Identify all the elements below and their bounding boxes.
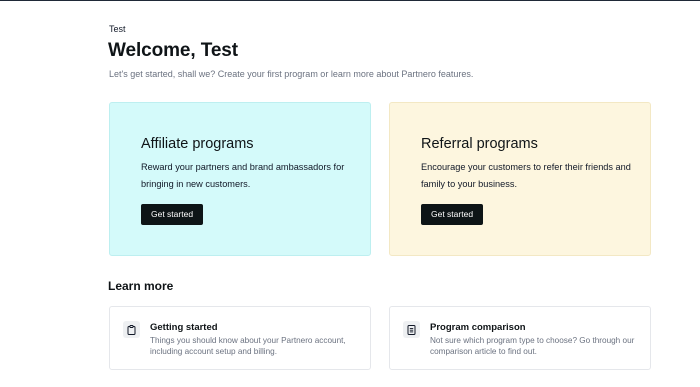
- program-comparison-card[interactable]: Program comparison Not sure which progra…: [389, 306, 651, 370]
- program-comparison-title: Program comparison: [430, 322, 526, 333]
- referral-get-started-button[interactable]: Get started: [421, 204, 484, 225]
- clipboard-icon: [123, 321, 140, 338]
- affiliate-programs-description: Reward your partners and brand ambassado…: [141, 162, 345, 189]
- dashboard-page: Test Welcome, Test Let's get started, sh…: [0, 0, 700, 387]
- program-comparison-description: Not sure which program type to choose? G…: [430, 336, 635, 356]
- document-icon: [403, 321, 420, 338]
- page-subtitle: Let's get started, shall we? Create your…: [109, 69, 474, 79]
- referral-programs-title: Referral programs: [421, 136, 538, 152]
- learn-more-heading: Learn more: [108, 279, 174, 293]
- page-title: Welcome, Test: [108, 40, 238, 61]
- workspace-name: Test: [109, 24, 126, 34]
- getting-started-card[interactable]: Getting started Things you should know a…: [109, 306, 371, 370]
- affiliate-get-started-button[interactable]: Get started: [141, 204, 204, 225]
- affiliate-programs-title: Affiliate programs: [141, 136, 254, 152]
- referral-programs-description: Encourage your customers to refer their …: [421, 162, 631, 189]
- referral-programs-card: Referral programs Encourage your custome…: [389, 102, 651, 256]
- affiliate-programs-card: Affiliate programs Reward your partners …: [109, 102, 371, 256]
- getting-started-description: Things you should know about your Partne…: [150, 336, 346, 356]
- getting-started-title: Getting started: [150, 322, 218, 333]
